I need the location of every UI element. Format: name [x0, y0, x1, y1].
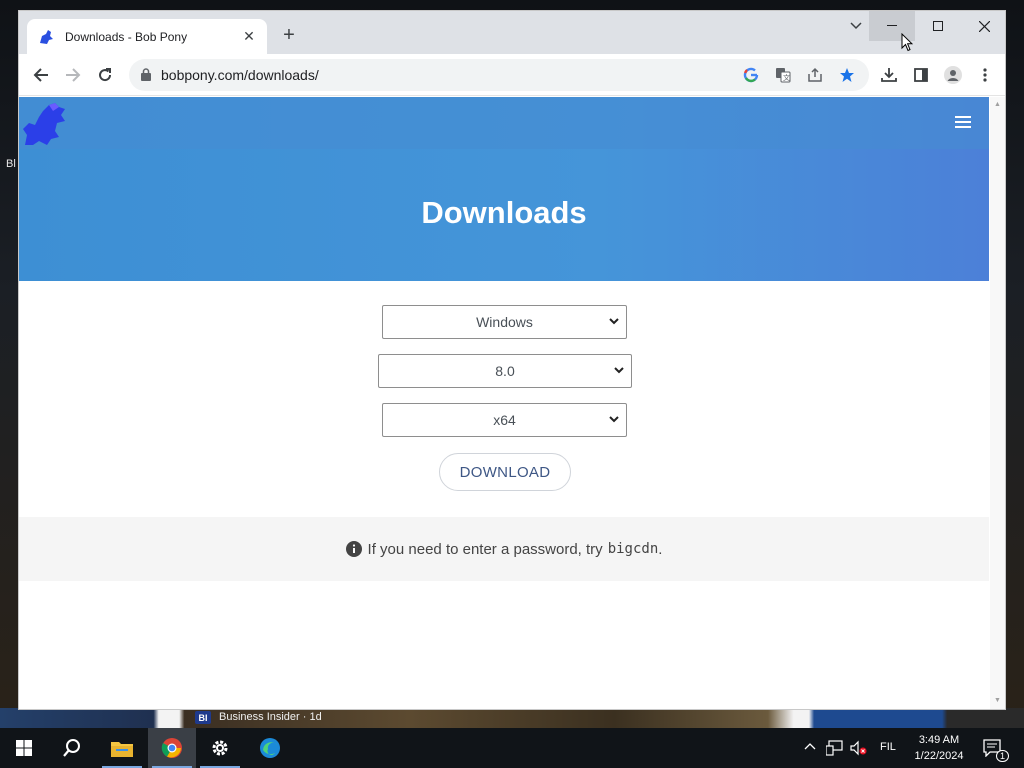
scroll-down-icon[interactable]: ▼: [994, 697, 1001, 704]
start-icon: [16, 740, 32, 756]
desktop-icon-label[interactable]: Bl: [6, 158, 16, 170]
address-bar[interactable]: bobpony.com/downloads/ 文: [129, 59, 869, 91]
back-button[interactable]: [29, 63, 53, 87]
close-icon: [978, 20, 990, 32]
clock-time: 3:49 AM: [918, 734, 960, 746]
page-scrollbar[interactable]: ▲ ▼: [990, 97, 1005, 709]
minimize-icon: [887, 25, 897, 26]
bobpony-favicon-icon: [40, 29, 53, 44]
reload-icon: [99, 68, 112, 82]
downloads-button[interactable]: [879, 65, 899, 85]
profile-icon: [944, 66, 962, 84]
profile-button[interactable]: [943, 65, 963, 85]
volume-muted-icon[interactable]: [850, 740, 868, 756]
reload-button[interactable]: [93, 63, 117, 87]
maximize-button[interactable]: [915, 11, 961, 41]
downloads-icon: [881, 68, 897, 82]
maximize-icon: [933, 21, 943, 31]
password-code: bigcdn: [607, 541, 659, 557]
tray-chevron-up-icon[interactable]: [804, 742, 816, 750]
url-text[interactable]: bobpony.com/downloads/: [161, 67, 319, 83]
settings-taskbar-button[interactable]: [196, 728, 244, 768]
chevron-down-icon: [850, 22, 862, 30]
tab-title: Downloads - Bob Pony: [65, 29, 188, 44]
edge-taskbar-button[interactable]: [246, 728, 294, 768]
bookmark-star-icon[interactable]: [839, 67, 855, 83]
chrome-taskbar-button[interactable]: [148, 728, 196, 768]
network-icon[interactable]: [826, 740, 844, 756]
side-panel-icon: [914, 68, 928, 82]
clock[interactable]: 3:49 AM 1/22/2024: [908, 732, 970, 764]
bobpony-logo-icon[interactable]: [21, 101, 67, 147]
file-explorer-button[interactable]: [98, 728, 146, 768]
settings-icon: [212, 740, 228, 756]
share-icon[interactable]: [807, 67, 823, 83]
browser-window: Downloads - Bob Pony ✕ + bobpony.com/dow…: [18, 10, 1006, 710]
google-icon[interactable]: [743, 67, 759, 83]
taskbar: FIL 3:49 AM 1/22/2024 1: [0, 728, 1024, 768]
info-text: If you need to enter a password, try: [367, 540, 603, 558]
chrome-menu-button[interactable]: [975, 65, 995, 85]
tab-bar: Downloads - Bob Pony ✕ +: [19, 11, 1005, 54]
news-headline[interactable]: Business Insider · 1d: [219, 711, 322, 723]
close-window-button[interactable]: [961, 11, 1007, 41]
forward-arrow-icon: [66, 68, 81, 82]
download-button[interactable]: DOWNLOAD: [439, 453, 571, 491]
start-button[interactable]: [0, 728, 48, 768]
svg-text:文: 文: [783, 73, 790, 82]
info-icon: [345, 541, 362, 557]
chevron-down-icon: [609, 416, 619, 423]
architecture-select-value: x64: [493, 412, 516, 428]
back-arrow-icon: [33, 68, 48, 82]
architecture-select[interactable]: x64: [382, 403, 627, 437]
version-select[interactable]: 8.0: [378, 354, 632, 388]
forward-button[interactable]: [61, 63, 85, 87]
lock-icon[interactable]: [141, 68, 151, 81]
mouse-cursor-icon: [901, 33, 913, 52]
hamburger-menu-icon[interactable]: [955, 116, 971, 128]
notification-count: 1: [996, 750, 1010, 762]
site-header: Downloads: [19, 97, 989, 281]
news-source-badge: BI: [195, 711, 211, 724]
os-select-value: Windows: [476, 314, 533, 330]
chrome-icon: [161, 738, 182, 758]
password-info-band: If you need to enter a password, try big…: [19, 517, 989, 581]
info-period: .: [658, 540, 663, 558]
news-widget-strip[interactable]: [0, 708, 1024, 728]
search-button[interactable]: [48, 728, 96, 768]
chevron-down-icon: [609, 318, 619, 325]
file-explorer-icon: [111, 742, 133, 757]
os-select[interactable]: Windows: [382, 305, 627, 339]
browser-toolbar: bobpony.com/downloads/ 文: [19, 54, 1005, 96]
chevron-down-icon: [614, 367, 624, 374]
language-indicator[interactable]: FIL: [880, 741, 896, 753]
tab-downloads[interactable]: Downloads - Bob Pony ✕: [27, 19, 267, 54]
menu-dots-icon: [983, 68, 987, 82]
page-title: Downloads: [421, 195, 587, 230]
new-tab-button[interactable]: +: [277, 24, 301, 48]
edge-icon: [260, 738, 280, 758]
tab-close-icon[interactable]: ✕: [241, 28, 257, 45]
side-panel-button[interactable]: [911, 65, 931, 85]
web-page: Downloads Windows 8.0 x64 DOWNLOAD If yo…: [19, 97, 989, 709]
search-icon: [63, 739, 80, 757]
scroll-up-icon[interactable]: ▲: [994, 101, 1001, 108]
version-select-value: 8.0: [495, 363, 515, 379]
clock-date: 1/22/2024: [914, 750, 964, 762]
site-navbar: [19, 97, 989, 149]
translate-icon[interactable]: 文: [775, 67, 791, 83]
